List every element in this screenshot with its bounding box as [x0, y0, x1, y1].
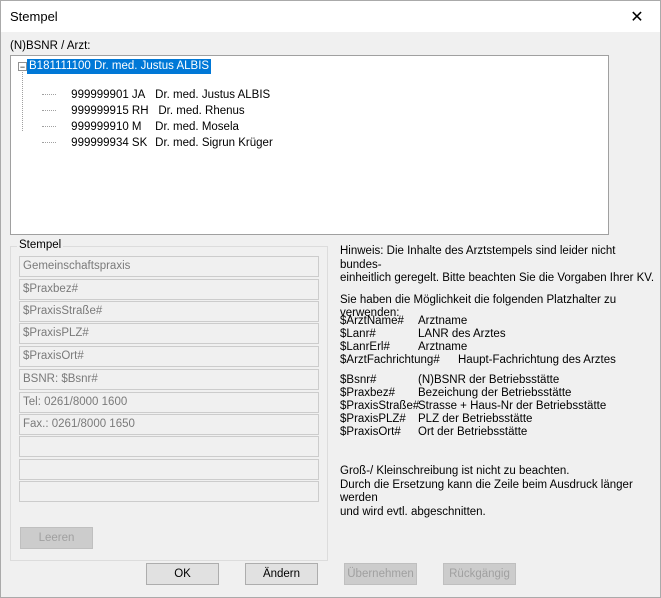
note-line-2: Durch die Ersetzung kann die Zeile beim …: [340, 478, 633, 505]
placeholder-key: $Praxbez#: [340, 387, 395, 399]
stempel-line-9[interactable]: [19, 436, 319, 457]
bsnr-doctor-label: (N)BSNR / Arzt:: [10, 40, 91, 52]
note-line-1: Groß-/ Kleinschreibung ist nicht zu beac…: [340, 465, 570, 477]
stempel-line-8[interactable]: Fax.: 0261/8000 1650: [19, 414, 319, 435]
placeholder-desc: LANR des Arztes: [418, 328, 506, 340]
clear-button[interactable]: Leeren: [20, 527, 93, 549]
stempel-line-10[interactable]: [19, 459, 319, 480]
undo-button[interactable]: Rückgängig: [443, 563, 516, 585]
tree-item-m[interactable]: 999999910 M Dr. med. Mosela: [23, 103, 239, 133]
window-title: Stempel: [10, 9, 58, 24]
placeholder-row: $PraxisStraße# Strasse + Haus-Nr der Bet…: [340, 400, 606, 413]
note-line-3: und wird evtl. abgeschnitten.: [340, 505, 486, 518]
placeholder-key: $Bsnr#: [340, 374, 377, 386]
placeholder-key: $ArztFachrichtung#: [340, 354, 440, 366]
stempel-group-label: Stempel: [17, 239, 64, 251]
placeholder-row: $Praxbez# Bezeichung der Betriebsstätte: [340, 387, 571, 400]
tree-item-name: Dr. med. Sigrun Krüger: [155, 137, 273, 149]
case-note: Groß-/ Kleinschreibung ist nicht zu beac…: [340, 465, 658, 519]
tree-item-ja[interactable]: 999999901 JA Dr. med. Justus ALBIS: [23, 71, 270, 101]
placeholder-desc: Haupt-Fachrichtung des Arztes: [458, 354, 616, 366]
tree-branch-line: [42, 142, 57, 144]
hint-line-1: Hinweis: Die Inhalte des Arztstempels si…: [340, 245, 616, 271]
title-bar: Stempel ✕: [1, 1, 660, 32]
placeholder-key: $Lanr#: [340, 328, 376, 340]
placeholder-key: $LanrErl#: [340, 341, 390, 353]
placeholder-key: $PraxisOrt#: [340, 426, 401, 438]
placeholder-row: $PraxisOrt# Ort der Betriebsstätte: [340, 426, 527, 439]
tree-item-sk[interactable]: 999999934 SK Dr. med. Sigrun Krüger: [23, 119, 273, 149]
stempel-line-5[interactable]: $PraxisOrt#: [19, 346, 319, 367]
apply-button[interactable]: Übernehmen: [344, 563, 417, 585]
placeholder-row: $Lanr# LANR des Arztes: [340, 328, 506, 341]
placeholder-desc: Strasse + Haus-Nr der Betriebsstätte: [418, 400, 607, 412]
placeholder-row: $LanrErl# Arztname: [340, 341, 467, 354]
placeholder-desc: (N)BSNR der Betriebsstätte: [418, 374, 560, 386]
placeholder-key: $ArztName#: [340, 315, 404, 327]
stempel-line-1[interactable]: Gemeinschaftspraxis: [19, 256, 319, 277]
stempel-line-7[interactable]: Tel: 0261/8000 1600: [19, 392, 319, 413]
stempel-dialog: Stempel ✕ (N)BSNR / Arzt: − B181111100 D…: [0, 0, 661, 598]
placeholder-desc: Arztname: [418, 341, 468, 353]
change-button[interactable]: Ändern: [245, 563, 318, 585]
stempel-line-3[interactable]: $PraxisStraße#: [19, 301, 319, 322]
placeholder-desc: Ort der Betriebsstätte: [418, 426, 528, 438]
placeholder-row: $PraxisPLZ# PLZ der Betriebsstätte: [340, 413, 532, 426]
placeholder-desc: PLZ der Betriebsstätte: [418, 413, 533, 425]
tree-item-rh[interactable]: 999999915 RH Dr. med. Rhenus: [23, 87, 245, 117]
stempel-line-6[interactable]: BSNR: $Bsnr#: [19, 369, 319, 390]
placeholder-key: $PraxisStraße#: [340, 400, 420, 412]
close-icon[interactable]: ✕: [614, 1, 660, 32]
collapse-icon[interactable]: −: [18, 62, 27, 72]
stempel-line-11[interactable]: [19, 481, 319, 502]
placeholder-desc: Arztname: [418, 315, 468, 327]
hint-line-2: einheitlich geregelt. Bitte beachten Sie…: [340, 272, 655, 284]
placeholder-row: $ArztFachrichtung# Haupt-Fachrichtung de…: [340, 354, 616, 367]
placeholder-key: $PraxisPLZ#: [340, 413, 406, 425]
tree-item-code: 999999934 SK: [71, 137, 148, 149]
placeholder-row: $Bsnr# (N)BSNR der Betriebsstätte: [340, 374, 559, 387]
ok-button[interactable]: OK: [146, 563, 219, 585]
placeholder-desc: Bezeichung der Betriebsstätte: [418, 387, 572, 399]
placeholder-row: $ArztName# Arztname: [340, 315, 467, 328]
stempel-line-4[interactable]: $PraxisPLZ#: [19, 323, 319, 344]
bsnr-doctor-tree[interactable]: − B181111100 Dr. med. Justus ALBIS 99999…: [10, 55, 609, 235]
stempel-line-2[interactable]: $Praxbez#: [19, 279, 319, 300]
hint-text: Hinweis: Die Inhalte des Arztstempels si…: [340, 245, 655, 321]
